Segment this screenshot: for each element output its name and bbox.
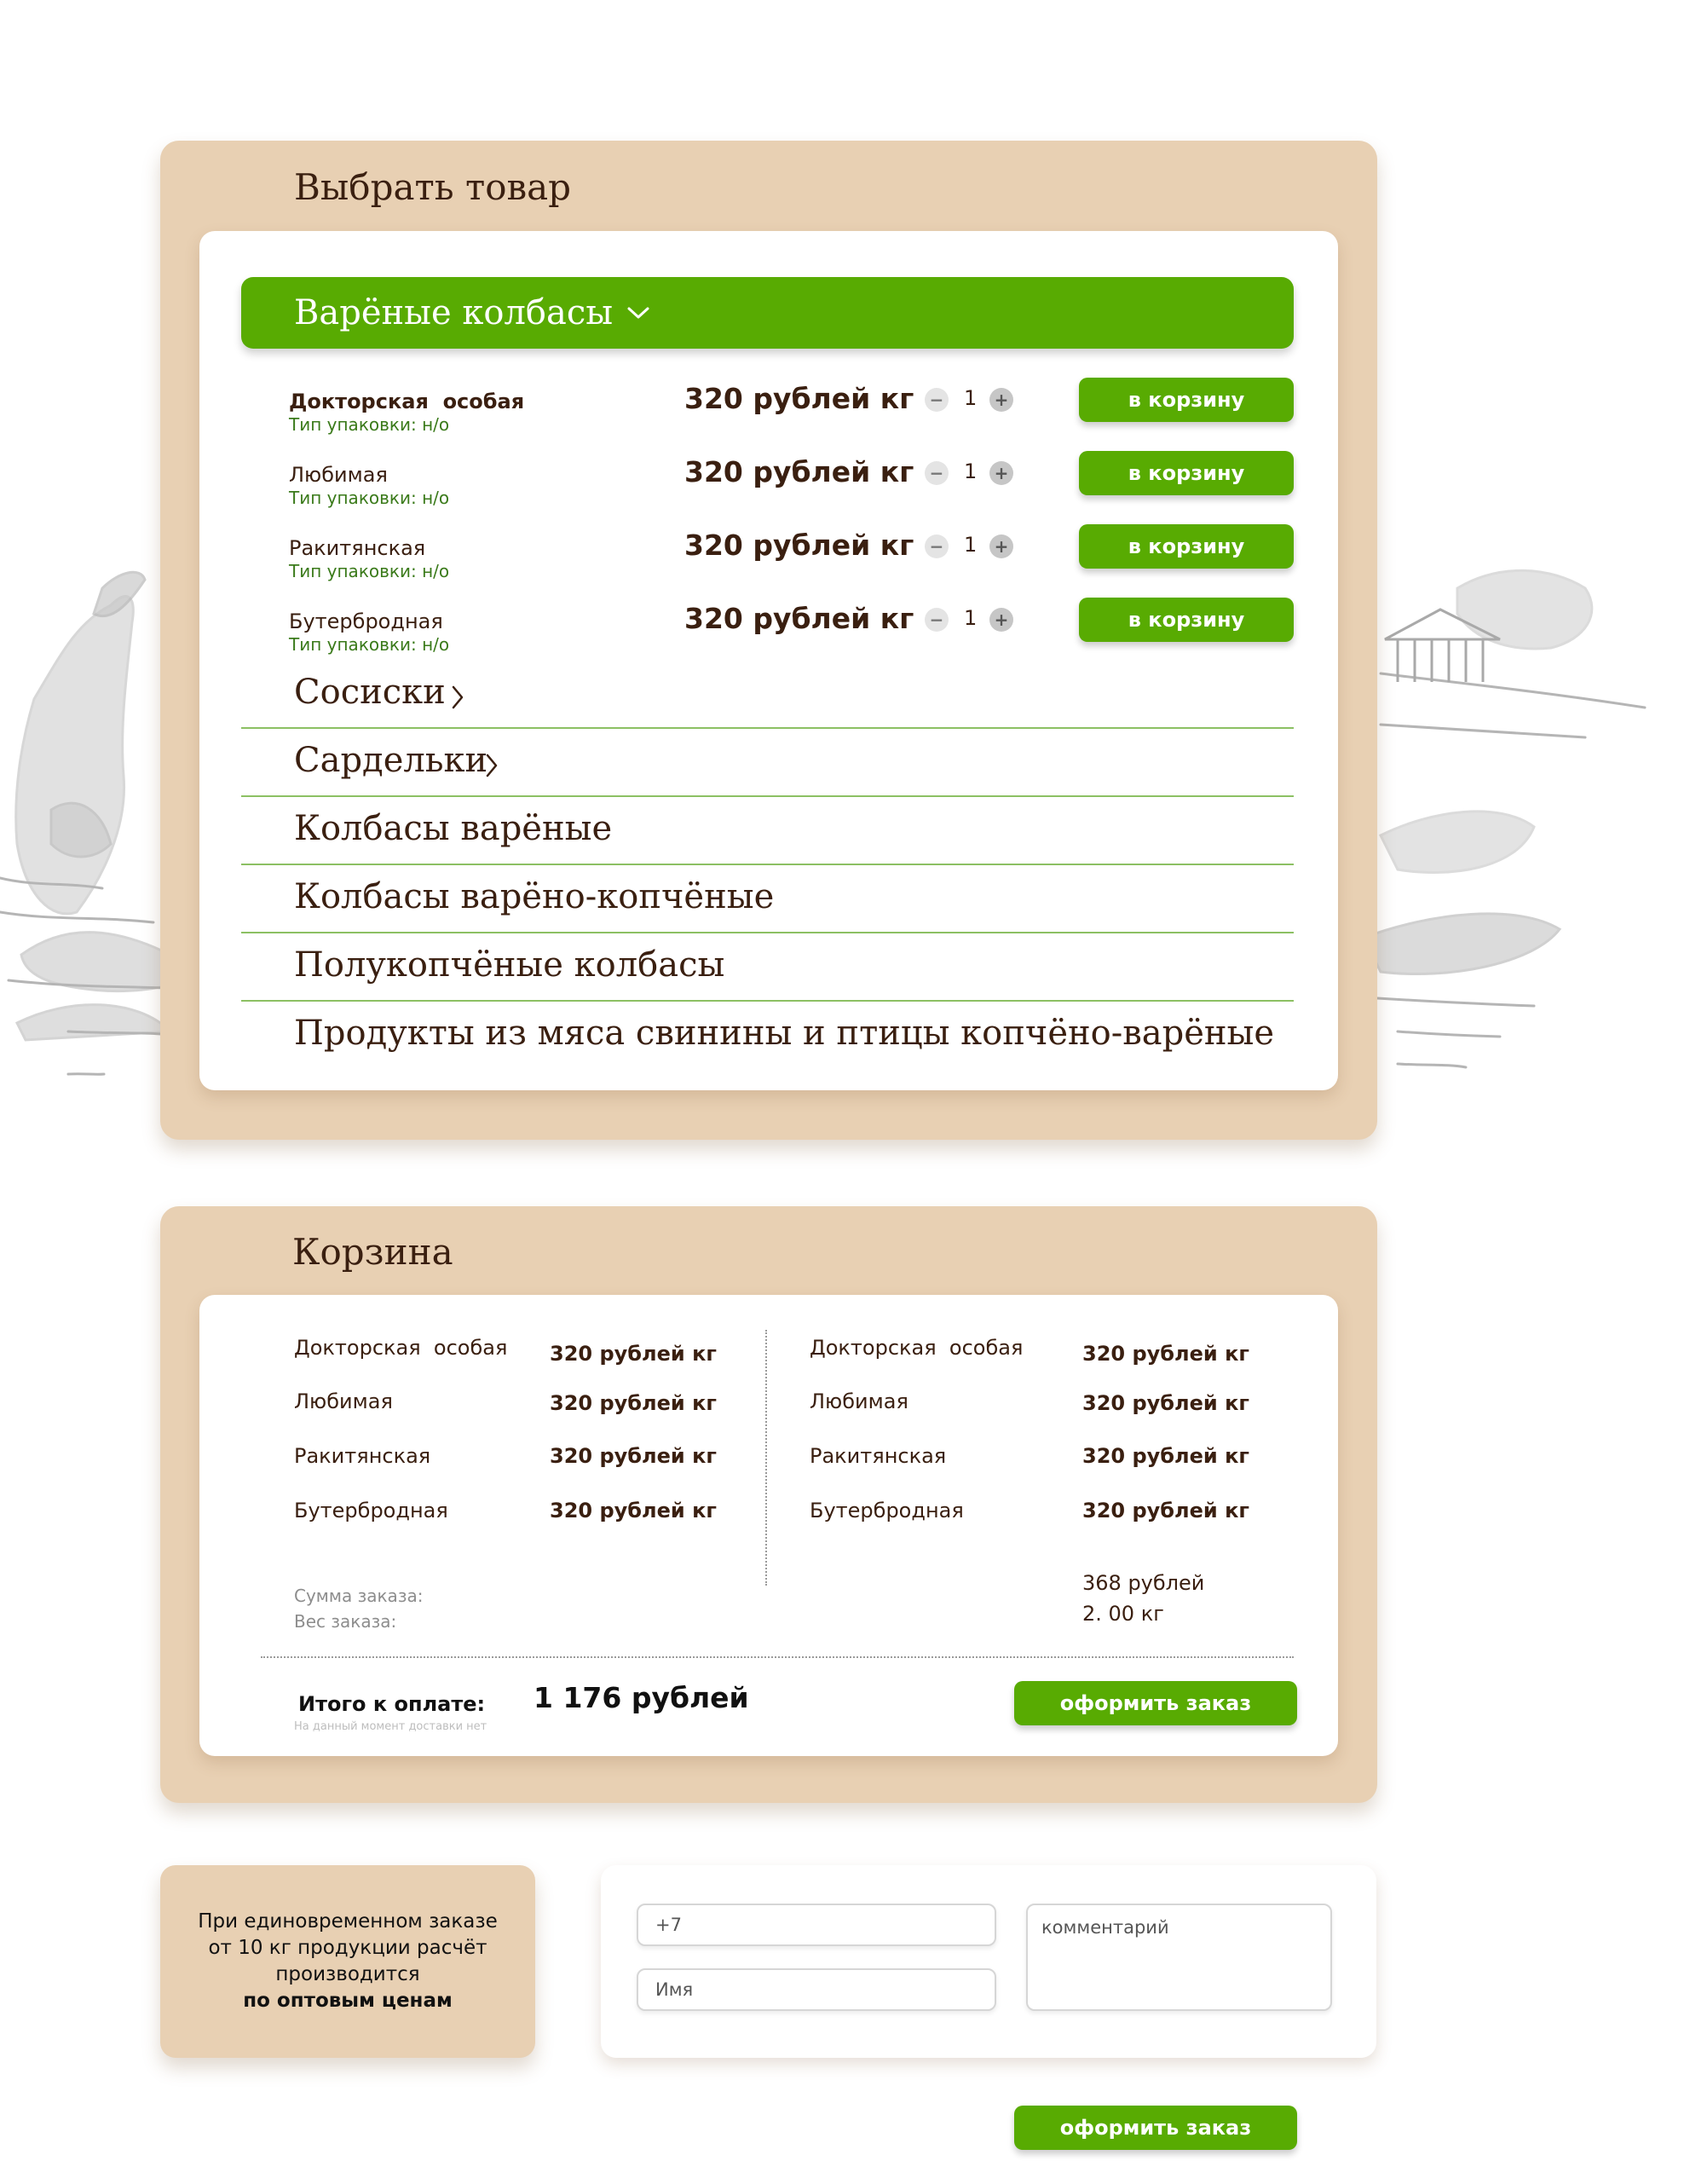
product-quantity: 1: [964, 386, 978, 410]
product-price: 320 рублей кг: [684, 382, 914, 415]
product-pack-type: Тип упаковки: н/о: [289, 561, 450, 581]
basket-item-name: Бутербродная: [810, 1499, 964, 1522]
product-price: 320 рублей кг: [684, 529, 914, 562]
add-to-cart-button[interactable]: в корзину: [1079, 598, 1294, 642]
product-pack-type: Тип упаковки: н/о: [289, 634, 450, 655]
basket-title: Корзина: [292, 1231, 453, 1273]
category-label: Продукты из мяса свинины и птицы копчёно…: [294, 1014, 1275, 1053]
wholesale-info-line: производится: [275, 1963, 420, 1985]
chevron-right-icon: [452, 685, 464, 709]
minus-icon[interactable]: −: [925, 534, 949, 558]
category-dropdown-active[interactable]: Варёные колбасы: [241, 277, 1294, 349]
wholesale-info-box: При единовременном заказе от 10 кг проду…: [160, 1865, 535, 2058]
plus-icon[interactable]: +: [989, 608, 1013, 632]
basket-item-name: Докторская особая: [810, 1336, 1024, 1360]
minus-icon[interactable]: −: [925, 388, 949, 412]
product-pack-type: Тип упаковки: н/о: [289, 414, 450, 435]
category-label: Сосиски: [294, 673, 446, 712]
product-price: 320 рублей кг: [684, 455, 914, 488]
chevron-right-icon: [486, 754, 498, 777]
category-label: Полукопчёные колбасы: [294, 945, 725, 985]
basket-item-price: 320 рублей кг: [1082, 1499, 1249, 1522]
chevron-down-icon: [626, 305, 650, 321]
minus-icon[interactable]: −: [925, 608, 949, 632]
product-quantity: 1: [964, 459, 978, 483]
category-label: Сардельки: [294, 741, 488, 780]
submit-order-button[interactable]: оформить заказ: [1014, 2106, 1297, 2150]
basket-item-price: 320 рублей кг: [1082, 1391, 1249, 1415]
basket-item-name: Любимая: [294, 1390, 393, 1413]
wholesale-info-line: от 10 кг продукции расчёт: [208, 1937, 487, 1959]
basket-item-price: 320 рублей кг: [550, 1444, 717, 1468]
basket-item-name: Бутербродная: [294, 1499, 448, 1522]
product-row: Ракитянская Тип упаковки: н/о 320 рублей…: [241, 524, 1294, 598]
plus-icon[interactable]: +: [989, 388, 1013, 412]
active-category-label: Варёные колбасы: [294, 293, 614, 332]
total-divider: [261, 1656, 1294, 1658]
basket-item-price: 320 рублей кг: [1082, 1444, 1249, 1468]
basket-item-price: 320 рублей кг: [550, 1499, 717, 1522]
category-item-kolbasy-varenye[interactable]: Колбасы варёные: [241, 797, 1294, 865]
order-sum-label: Сумма заказа:: [294, 1586, 424, 1606]
phone-input[interactable]: [637, 1904, 996, 1946]
product-name: Докторская особая: [289, 390, 525, 413]
comment-input[interactable]: [1026, 1904, 1332, 2011]
product-quantity: 1: [964, 606, 978, 630]
product-price: 320 рублей кг: [684, 602, 914, 635]
basket-item-name: Любимая: [810, 1390, 908, 1413]
wholesale-info-emphasis: по оптовым ценам: [243, 1990, 453, 2012]
product-row: Любимая Тип упаковки: н/о 320 рублей кг …: [241, 451, 1294, 524]
total-value: 1 176 рублей: [534, 1681, 749, 1714]
product-pack-type: Тип упаковки: н/о: [289, 488, 450, 508]
category-item-sosiski[interactable]: Сосиски: [241, 661, 1294, 729]
add-to-cart-button[interactable]: в корзину: [1079, 524, 1294, 569]
total-label: Итого к оплате:: [298, 1692, 486, 1716]
category-label: Колбасы варёно-копчёные: [294, 877, 775, 916]
basket-item-name: Ракитянская: [810, 1444, 947, 1468]
order-weight-value: 2. 00 кг: [1082, 1602, 1164, 1626]
basket-item-price: 320 рублей кг: [1082, 1342, 1249, 1366]
product-quantity: 1: [964, 533, 978, 557]
category-label: Колбасы варёные: [294, 809, 613, 848]
basket-item-name: Докторская особая: [294, 1336, 508, 1360]
name-input[interactable]: [637, 1968, 996, 2011]
minus-icon[interactable]: −: [925, 461, 949, 485]
delivery-note: На данный момент доставки нет: [294, 1720, 487, 1733]
category-item-sardelki[interactable]: Сардельки: [241, 729, 1294, 797]
category-item-svinina-ptitsa[interactable]: Продукты из мяса свинины и птицы копчёно…: [241, 1002, 1294, 1070]
plus-icon[interactable]: +: [989, 534, 1013, 558]
basket-column-divider: [765, 1330, 767, 1586]
add-to-cart-button[interactable]: в корзину: [1079, 451, 1294, 495]
product-name: Ракитянская: [289, 536, 426, 560]
order-sum-value: 368 рублей: [1082, 1571, 1205, 1595]
basket-item-name: Ракитянская: [294, 1444, 431, 1468]
basket-item-price: 320 рублей кг: [550, 1391, 717, 1415]
product-name: Любимая: [289, 463, 388, 487]
category-item-polukopchenye[interactable]: Полукопчёные колбасы: [241, 933, 1294, 1002]
place-order-button[interactable]: оформить заказ: [1014, 1681, 1297, 1725]
category-item-varyono-kopchenye[interactable]: Колбасы варёно-копчёные: [241, 865, 1294, 933]
basket-item-price: 320 рублей кг: [550, 1342, 717, 1366]
product-name: Бутербродная: [289, 610, 443, 633]
product-row: Докторская особая Тип упаковки: н/о 320 …: [241, 378, 1294, 451]
order-weight-label: Вес заказа:: [294, 1611, 397, 1632]
wholesale-info-line: При единовременном заказе: [198, 1910, 498, 1933]
select-product-title: Выбрать товар: [294, 166, 572, 208]
plus-icon[interactable]: +: [989, 461, 1013, 485]
add-to-cart-button[interactable]: в корзину: [1079, 378, 1294, 422]
